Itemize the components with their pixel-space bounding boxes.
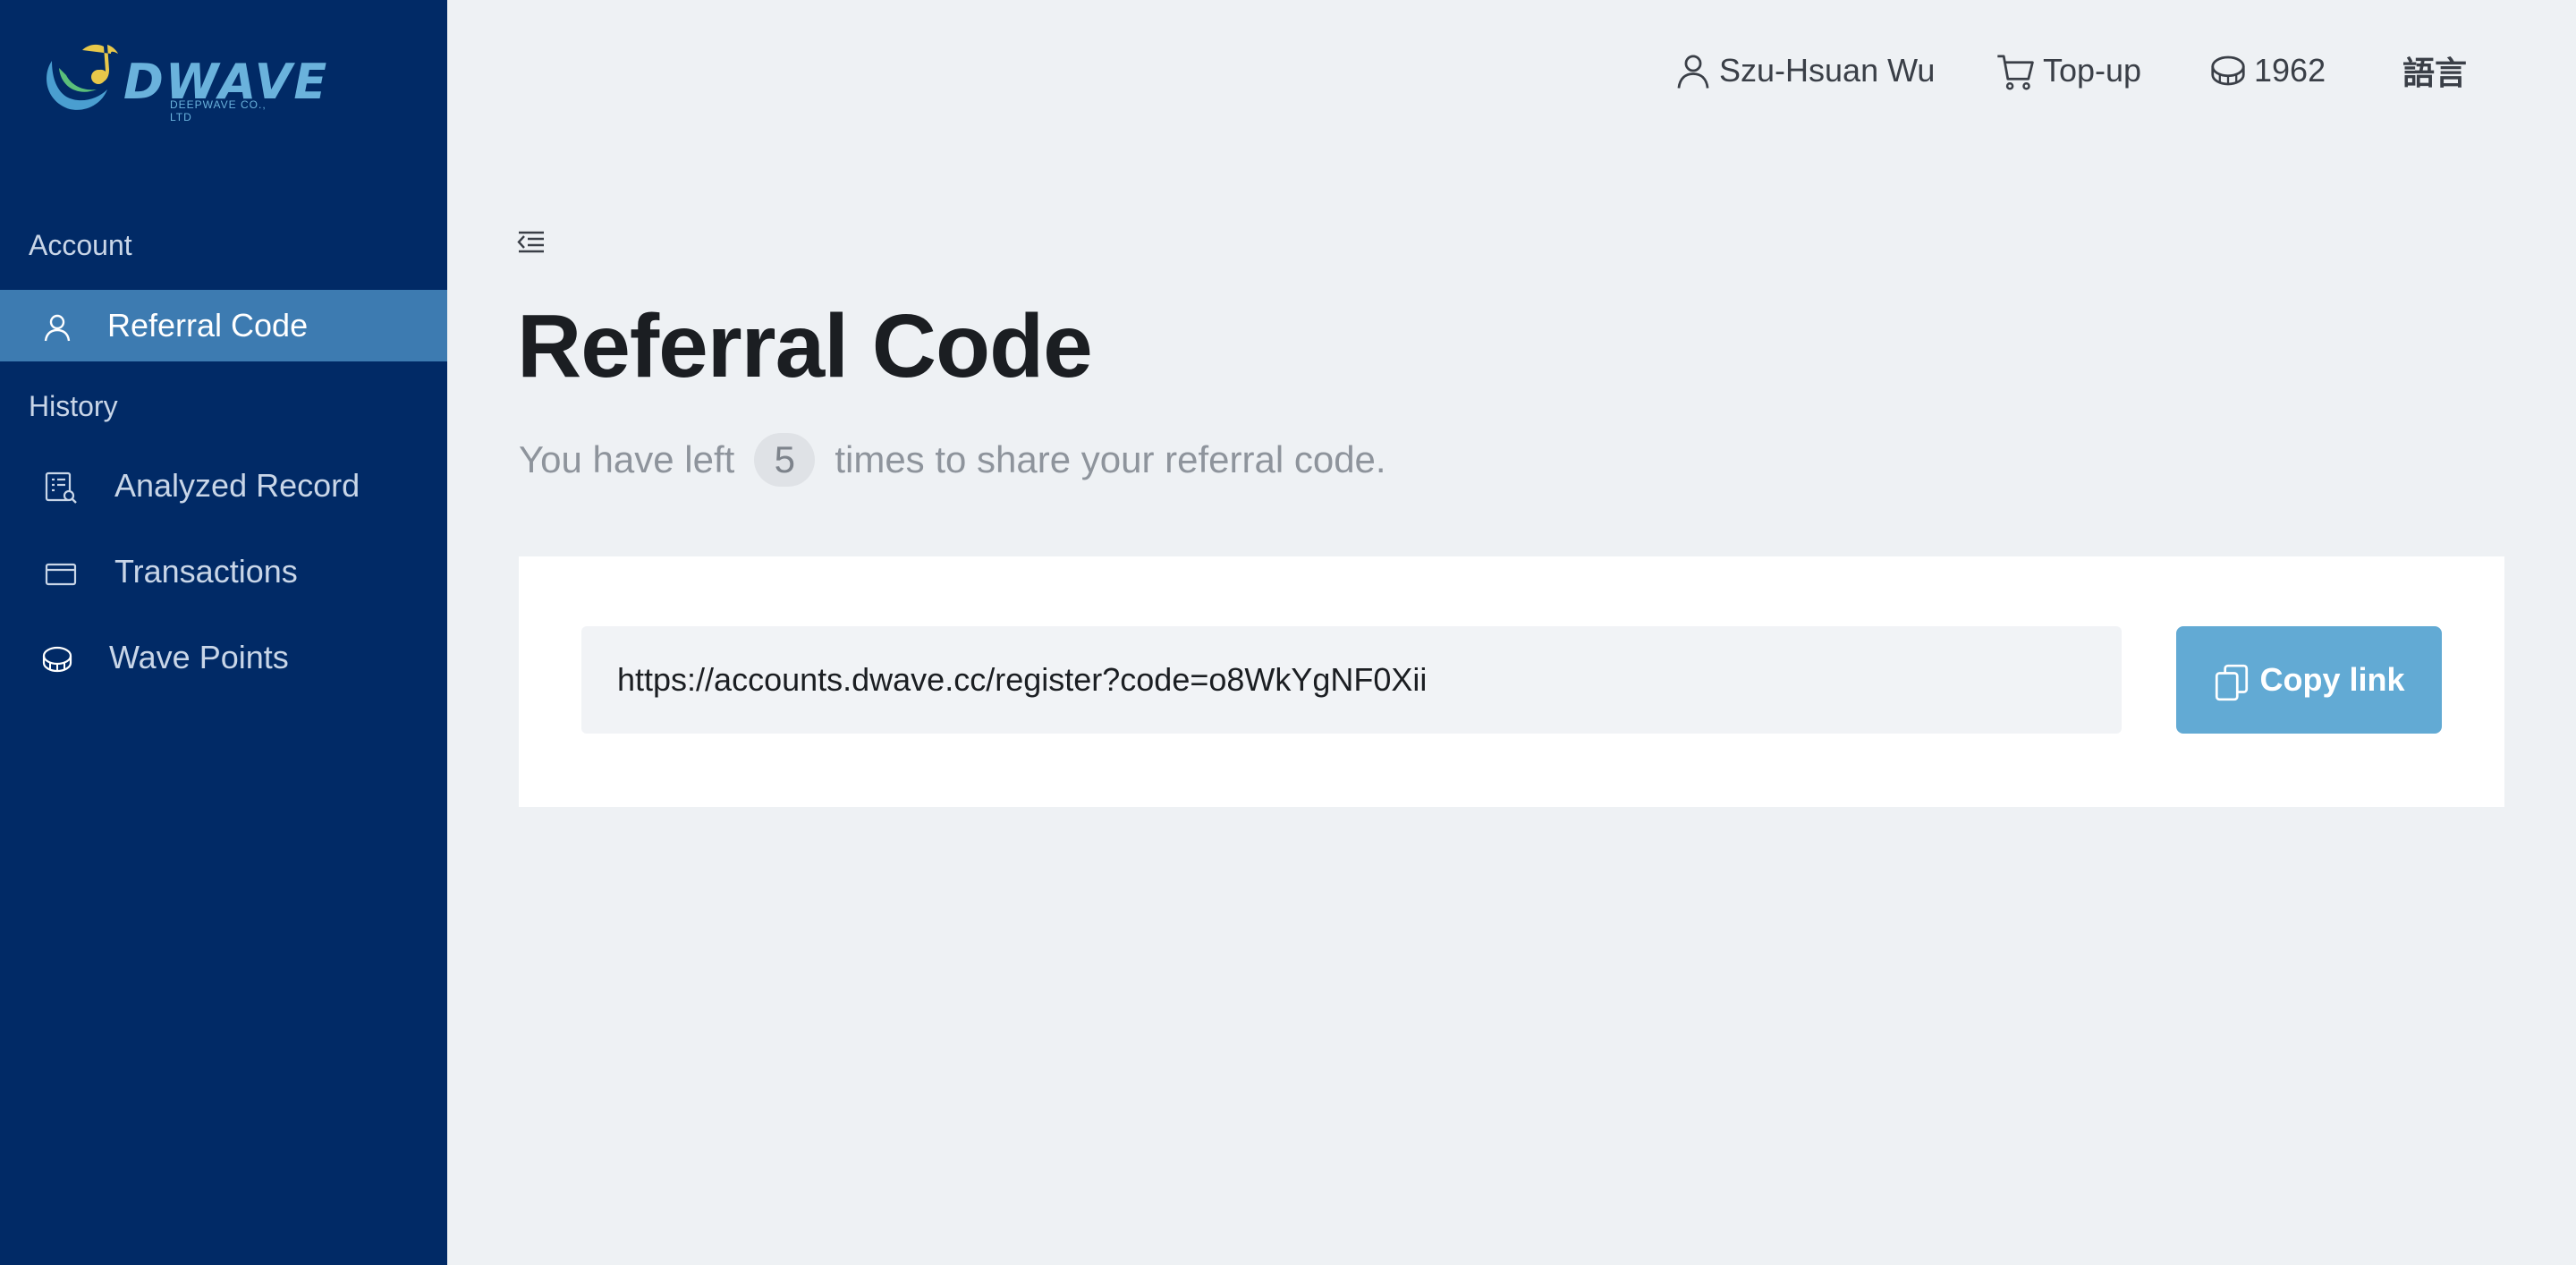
subtitle-prefix: You have left (519, 438, 735, 480)
sidebar-item-label: Transactions (114, 553, 298, 590)
copy-link-label: Copy link (2259, 661, 2405, 698)
sidebar: DWAVE DEEPWAVE CO., LTD Account Referral… (0, 0, 447, 1265)
sidebar-item-wave-points[interactable]: Wave Points (0, 622, 447, 693)
topup-label: Top-up (2043, 52, 2142, 89)
subtitle-suffix: times to share your referral code. (835, 438, 1386, 480)
referral-link-field[interactable]: https://accounts.dwave.cc/register?code=… (581, 626, 2122, 734)
points-balance[interactable]: 1962 (2207, 48, 2326, 93)
sidebar-item-label: Analyzed Record (114, 467, 360, 504)
sidebar-item-analyzed-record[interactable]: Analyzed Record (0, 450, 447, 522)
share-quota-text: You have left 5 times to share your refe… (519, 433, 1386, 487)
language-label: 語言 (2402, 55, 2468, 92)
user-icon (1677, 55, 1709, 89)
coin-stack-icon (42, 646, 72, 673)
credit-card-icon (45, 563, 77, 586)
sidebar-item-label: Referral Code (107, 307, 309, 344)
sidebar-section-account: Account (29, 229, 132, 261)
sidebar-item-referral-code[interactable]: Referral Code (0, 290, 447, 361)
cart-icon (1997, 55, 2034, 90)
user-name: Szu-Hsuan Wu (1719, 52, 1936, 89)
remaining-shares-badge: 5 (754, 433, 816, 487)
wave-logo-icon (47, 44, 118, 110)
referral-link-card: https://accounts.dwave.cc/register?code=… (519, 556, 2504, 807)
user-icon (44, 314, 71, 342)
sidebar-section-history: History (29, 390, 118, 422)
language-switcher[interactable]: 語言 (2402, 48, 2467, 93)
user-menu[interactable]: Szu-Hsuan Wu (1673, 48, 1935, 93)
coin-icon (2211, 55, 2245, 86)
copy-icon (2216, 664, 2249, 701)
brand-company: DEEPWAVE CO., LTD (170, 98, 267, 123)
page-title: Referral Code (517, 296, 1093, 396)
points-value: 1962 (2254, 52, 2326, 89)
copy-link-button[interactable]: Copy link (2176, 626, 2442, 734)
topup-link[interactable]: Top-up (1995, 48, 2141, 93)
brand-logo[interactable]: DWAVE DEEPWAVE CO., LTD (39, 41, 326, 123)
menu-fold-icon[interactable] (517, 229, 546, 254)
report-search-icon (45, 471, 77, 504)
sidebar-item-transactions[interactable]: Transactions (0, 536, 447, 607)
sidebar-item-label: Wave Points (109, 639, 289, 675)
